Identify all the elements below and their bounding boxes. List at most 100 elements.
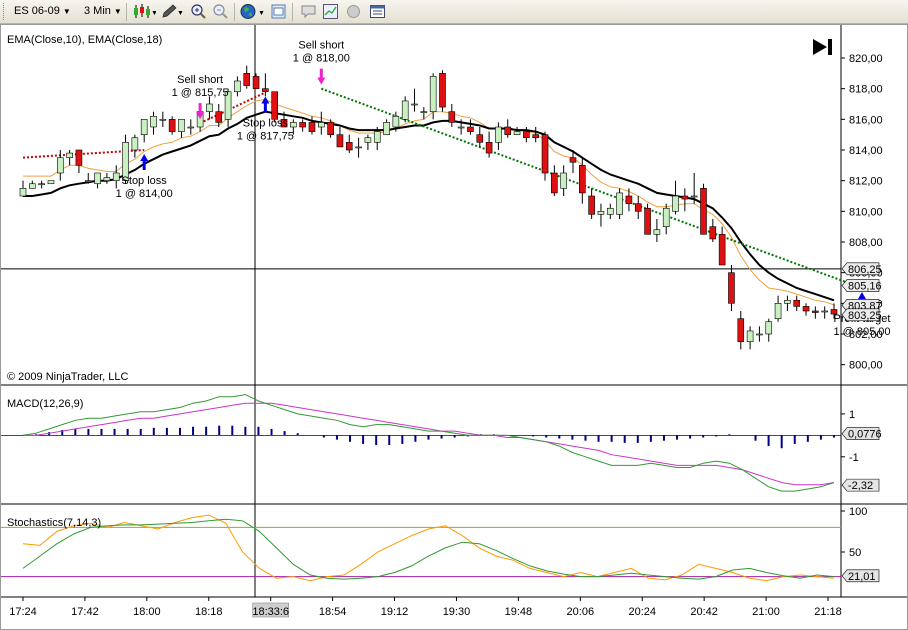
- zoom-in-icon[interactable]: [190, 3, 207, 20]
- candle: [467, 119, 474, 135]
- candle-body: [47, 180, 55, 185]
- candle: [485, 131, 493, 158]
- price-panel: Sell short1 @ 815,75Stop loss1 @ 814,00S…: [1, 25, 890, 597]
- annotation-text: Stop loss: [243, 118, 289, 130]
- price-tag-label: 21,01: [848, 571, 876, 583]
- candle: [140, 119, 148, 143]
- tick-label: 816,00: [849, 114, 883, 126]
- toolbar-divider: [126, 3, 127, 21]
- time-label: 18:54: [319, 606, 347, 618]
- price-tag-label: 803,25: [848, 310, 882, 322]
- chevron-down-icon: ▼: [62, 7, 71, 16]
- buy-arrow-icon: [261, 96, 270, 113]
- candle-body: [56, 157, 64, 174]
- candle: [345, 134, 353, 154]
- candle: [411, 88, 418, 112]
- candle: [38, 180, 45, 189]
- candle: [541, 131, 549, 181]
- candle: [262, 73, 269, 97]
- toolbar-divider: [292, 3, 293, 21]
- instrument-selector[interactable]: ES 06-09 ▼: [14, 3, 71, 20]
- price-tag: 805,16: [841, 279, 882, 293]
- candle: [495, 122, 502, 150]
- candle-body: [802, 306, 810, 312]
- time-label: 17:24: [9, 606, 37, 618]
- price-tag: 21,01: [841, 569, 880, 583]
- candle: [66, 150, 73, 166]
- candle-body: [718, 234, 726, 266]
- candle: [103, 173, 111, 184]
- chart-trader-icon[interactable]: [322, 3, 339, 20]
- candle: [336, 127, 344, 148]
- candle-body: [345, 142, 353, 151]
- pencil-icon[interactable]: ▼: [160, 3, 184, 20]
- candle-body: [308, 122, 316, 132]
- time-label: 17:42: [71, 606, 99, 618]
- candle-body: [765, 321, 773, 335]
- record-icon[interactable]: [345, 3, 362, 20]
- candlestick-icon[interactable]: ▼: [132, 3, 158, 20]
- tick-label: 808,00: [849, 237, 883, 249]
- candle-body: [299, 122, 306, 128]
- chat-icon[interactable]: [300, 3, 317, 20]
- properties-icon[interactable]: [270, 3, 287, 20]
- svg-text:▼: ▼: [258, 10, 265, 17]
- annotation-price: 1 @ 818,00: [293, 53, 350, 65]
- candle-body: [541, 134, 549, 174]
- candle: [551, 165, 558, 196]
- annotation-text: Sell short: [298, 40, 344, 52]
- candle-body: [485, 142, 493, 154]
- tick-label: 50: [849, 547, 861, 559]
- time-label: 18:33:6: [252, 606, 289, 618]
- price-tag-label: 0,0776: [848, 429, 882, 441]
- play-end-icon[interactable]: [813, 39, 832, 55]
- candle: [709, 219, 717, 242]
- candle-body: [411, 103, 418, 106]
- candle-body: [728, 272, 735, 304]
- candle: [448, 104, 456, 127]
- candle-body: [336, 134, 344, 148]
- candle: [317, 111, 325, 135]
- price-panel-title: EMA(Close,10), EMA(Close,18): [7, 34, 162, 46]
- candle: [728, 265, 735, 311]
- macd-signal-line: [23, 402, 835, 486]
- toolbar: ES 06-09 ▼ 3 Min ▼ ▼ ▼ ▼: [0, 0, 908, 24]
- globe-icon[interactable]: ▼: [240, 3, 266, 20]
- time-axis: 17:24 17:42 18:00 18:18 18:33:6 18:54 19:12 19:…: [9, 597, 842, 618]
- candle: [597, 203, 605, 227]
- price-tag: -2,32: [841, 478, 880, 492]
- candle: [401, 96, 409, 123]
- candle: [131, 134, 139, 158]
- data-box-icon[interactable]: [369, 3, 386, 20]
- chart-canvas[interactable]: Sell short1 @ 815,75Stop loss1 @ 814,00S…: [1, 25, 907, 629]
- price-tag: 803,25: [841, 308, 882, 322]
- candle-body: [625, 195, 633, 204]
- candle-body: [588, 195, 595, 215]
- candle: [784, 295, 791, 311]
- instrument-label: ES 06-09: [14, 5, 60, 17]
- candle-body: [262, 88, 269, 93]
- candle: [355, 137, 362, 158]
- candle: [187, 119, 195, 135]
- candle-body: [476, 134, 484, 143]
- candle: [476, 127, 484, 147]
- candle: [178, 119, 185, 138]
- interval-selector[interactable]: 3 Min ▼: [84, 3, 122, 20]
- candle-body: [504, 126, 512, 135]
- candle-body: [84, 180, 92, 182]
- candle-body: [392, 115, 400, 128]
- toolbar-divider: [234, 3, 235, 21]
- time-label: 20:42: [690, 606, 718, 618]
- macd-panel-title: MACD(12,26,9): [7, 398, 83, 410]
- price-tag-label: -2,32: [848, 480, 873, 492]
- candle-body: [681, 195, 689, 200]
- candle-body: [448, 111, 456, 123]
- stochastics-panel: [1, 514, 841, 582]
- chart-frame: Sell short 1 @ 815,75 Stop loss 1 @ 814,00 S…: [0, 24, 908, 630]
- candle-body: [821, 310, 828, 313]
- zoom-out-icon[interactable]: [212, 3, 229, 20]
- candle: [606, 203, 614, 219]
- candle-body: [429, 76, 437, 112]
- candle: [625, 188, 633, 212]
- candle-body: [159, 119, 167, 121]
